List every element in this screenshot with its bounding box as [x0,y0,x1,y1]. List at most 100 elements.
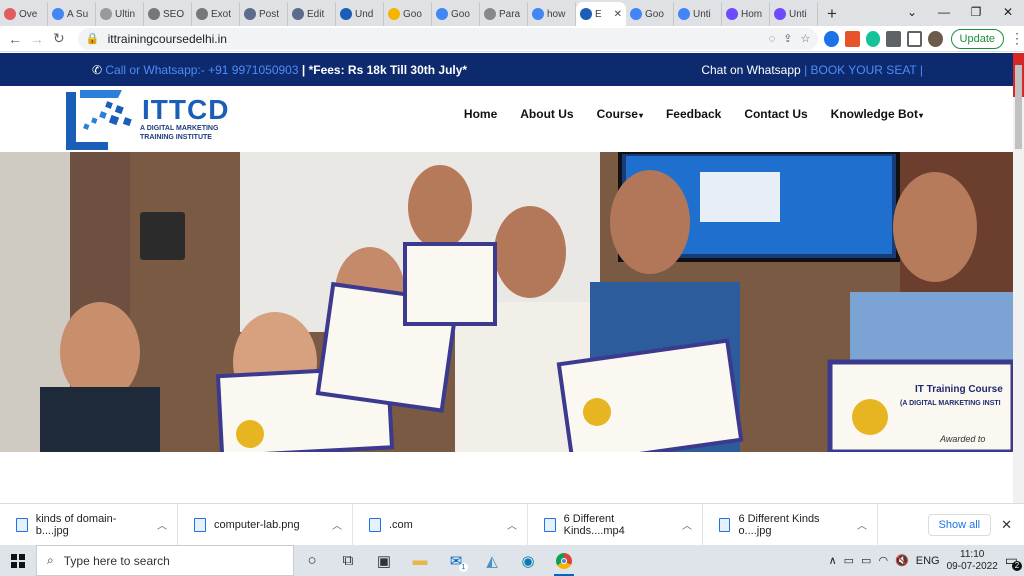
tab-favicon-icon [340,8,352,20]
chevron-up-icon[interactable]: ︿ [332,517,342,532]
extension-2-icon[interactable] [845,30,860,47]
profile-avatar[interactable] [927,30,943,47]
taskbar-search-placeholder: Type here to search [63,553,170,568]
download-item[interactable]: .com ︿ [353,503,528,546]
windows-logo-icon [11,553,25,568]
browser-tab[interactable]: SEO [144,2,192,26]
tab-label: Post [259,8,280,20]
tab-label: Goo [645,8,664,20]
menu-course[interactable]: Course▾ [597,107,643,121]
browser-tab[interactable]: Goo [626,2,674,26]
menu-knowledge-bot-label: Knowledge Bot [830,107,918,121]
tab-label: SEO [163,8,185,20]
tab-favicon-icon [484,8,496,20]
new-tab-button[interactable]: + [818,2,846,26]
menu-about-us[interactable]: About Us [520,107,573,121]
paint-icon[interactable]: ◭ [474,545,510,576]
chevron-up-icon[interactable]: ︿ [682,517,692,532]
download-filename: .com [389,518,413,531]
download-item[interactable]: kinds of domain- b....jpg ︿ [0,503,178,546]
tray-app-icon[interactable]: ▭ [844,554,854,567]
close-tab-icon[interactable]: ✕ [614,9,622,20]
chevron-up-icon[interactable]: ︿ [507,517,517,532]
share-icon[interactable]: ⇪ [783,32,792,45]
mail-icon[interactable]: ✉ 1 [438,545,474,576]
browser-tab[interactable]: Exot [192,2,240,26]
menu-course-label: Course [596,107,638,121]
task-view-icon[interactable]: ⧉ [330,545,366,576]
chevron-up-icon[interactable]: ︿ [157,517,167,532]
download-bar: kinds of domain- b....jpg ︿ computer-lab… [0,503,1024,546]
chat-whatsapp-link[interactable]: Chat on Whatsapp [701,63,800,77]
extension-grammarly-icon[interactable] [865,30,881,47]
tab-favicon-icon [244,8,256,20]
close-window-icon[interactable]: ✕ [992,0,1024,24]
url-text[interactable]: ittrainingcoursedelhi.in [108,32,761,46]
file-explorer-icon[interactable]: ▬ [402,545,438,576]
browser-tab[interactable]: Ultin [96,2,144,26]
start-button[interactable] [0,545,36,576]
browser-tab[interactable]: A Su [48,2,96,26]
battery-icon[interactable]: ▭ [861,554,871,567]
chrome-icon[interactable] [546,545,582,576]
browser-tab[interactable]: Unti [674,2,722,26]
menu-knowledge-bot[interactable]: Knowledge Bot▾ [831,107,923,121]
chevron-up-icon[interactable]: ︿ [857,517,867,532]
book-seat-link[interactable]: | BOOK YOUR SEAT | [804,63,923,77]
extension-1-icon[interactable] [824,30,839,47]
download-item[interactable]: 6 Different Kinds o....jpg ︿ [703,503,878,546]
bookmark-star-icon[interactable]: ☆ [800,32,810,45]
tab-label: Unti [693,8,711,20]
tab-search-icon[interactable]: ⌄ [896,0,928,24]
browser-tab[interactable]: Para [480,2,528,26]
reload-icon[interactable]: ↻ [48,30,70,47]
minimize-icon[interactable]: — [928,0,960,24]
show-all-button[interactable]: Show all [927,513,992,536]
close-download-bar-icon[interactable]: ✕ [1001,517,1012,533]
side-panel-icon[interactable] [906,30,922,47]
tab-label: Ove [19,8,38,20]
eye-off-icon[interactable]: ◌ [769,33,776,45]
language-indicator[interactable]: ENG [916,555,940,567]
browser-tab[interactable]: Hom [722,2,770,26]
address-bar[interactable]: 🔒 ittrainingcoursedelhi.in ◌ ⇪ ☆ [77,27,819,50]
extensions-puzzle-icon[interactable] [886,30,901,47]
browser-tab[interactable]: Und [336,2,384,26]
tab-label: how [547,8,566,20]
phone-link[interactable]: Call or Whatsapp:- +91 9971050903 [105,63,298,77]
browser-tab[interactable]: Goo [432,2,480,26]
tab-favicon-icon [774,8,786,20]
download-item[interactable]: 6 Different Kinds....mp4 ︿ [528,503,703,546]
edge-icon[interactable]: ◉ [510,545,546,576]
back-icon[interactable]: ← [4,31,26,47]
menu-contact-us[interactable]: Contact Us [744,107,807,121]
browser-tab[interactable]: Edit [288,2,336,26]
store-icon[interactable]: ▣ [366,545,402,576]
page-scrollbar[interactable] [1013,53,1024,503]
volume-mute-icon[interactable]: 🔇 [895,554,909,567]
restore-icon[interactable]: ❐ [960,0,992,24]
taskbar-search-box[interactable]: ⌕ Type here to search [36,545,294,576]
notification-icon[interactable]: ▭ 2 [1005,552,1022,571]
forward-icon[interactable]: → [26,31,48,47]
download-item[interactable]: computer-lab.png ︿ [178,503,353,546]
scroll-thumb[interactable] [1015,65,1022,149]
browser-tab[interactable]: Post [240,2,288,26]
group-photo-illustration [0,152,1013,452]
browser-tab[interactable]: E ✕ [576,2,626,26]
browser-tab[interactable]: how [528,2,576,26]
menu-feedback[interactable]: Feedback [666,107,721,121]
wifi-icon[interactable]: ◠ [878,554,888,567]
browser-tab[interactable]: Unti [770,2,818,26]
clock[interactable]: 11:10 09-07-2022 [947,549,998,573]
logo-mark-icon [66,90,132,150]
browser-menu-icon[interactable]: ⋮ [1010,30,1024,47]
browser-tab[interactable]: Ove [0,2,48,26]
update-button[interactable]: Update [950,28,1005,49]
menu-home[interactable]: Home [464,107,497,121]
cortana-icon[interactable]: ○ [294,545,330,576]
tray-chevron-icon[interactable]: ∧ [829,554,837,567]
tab-label: Goo [451,8,470,20]
lock-icon[interactable]: 🔒 [86,32,100,45]
browser-tab[interactable]: Goo [384,2,432,26]
